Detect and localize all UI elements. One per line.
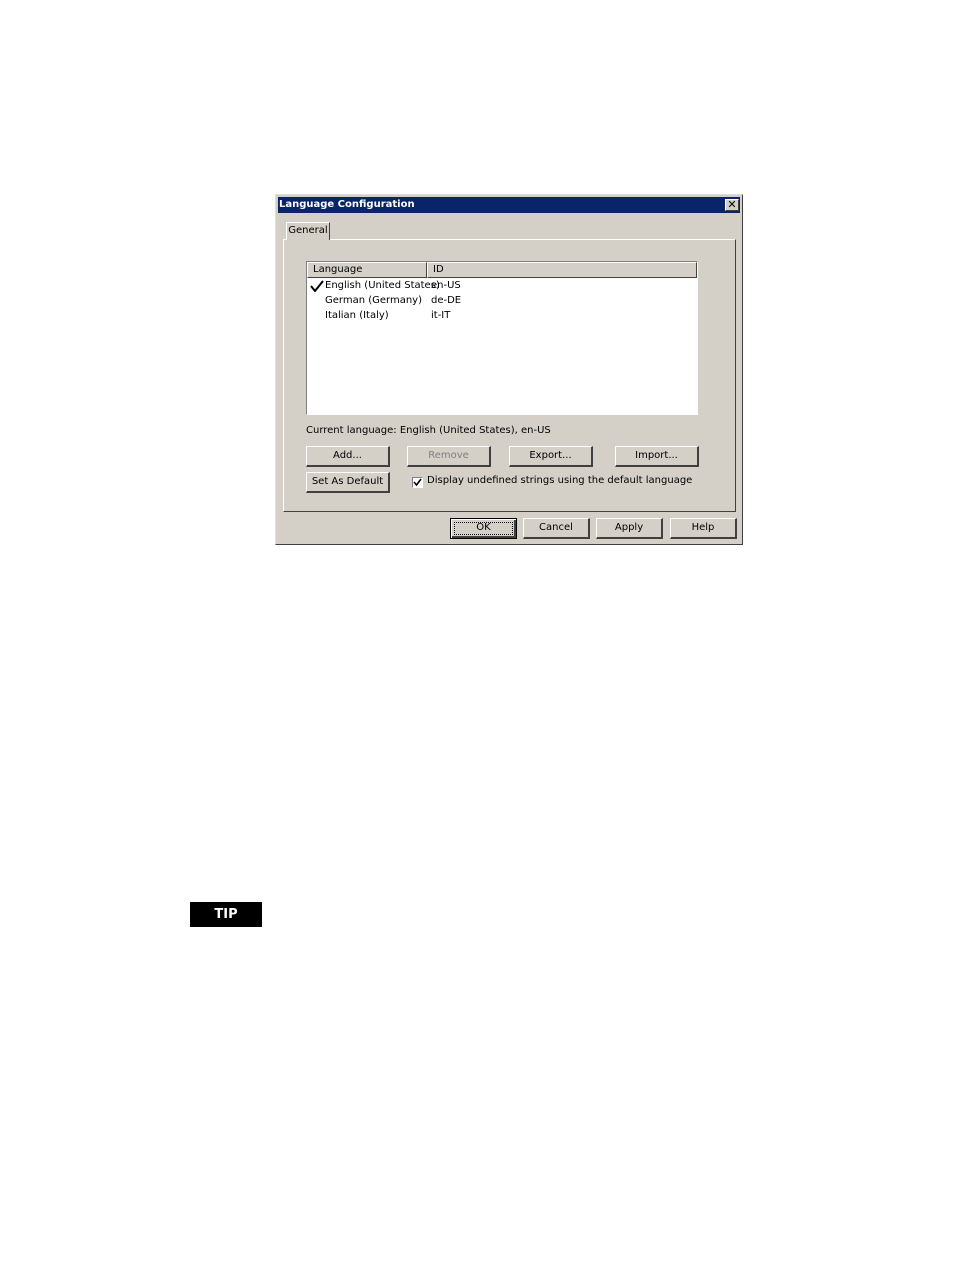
cancel-button[interactable]: Cancel — [523, 518, 590, 539]
language-configuration-dialog: Language Configuration ✕ General Languag… — [275, 194, 743, 545]
list-item[interactable]: English (United States) en-US — [307, 278, 697, 293]
language-name: Italian (Italy) — [325, 310, 389, 321]
set-as-default-button[interactable]: Set As Default — [306, 472, 390, 493]
language-name: German (Germany) — [325, 295, 422, 306]
tip-label: TIP — [190, 902, 262, 927]
help-button[interactable]: Help — [670, 518, 737, 539]
checkbox-check-icon — [413, 478, 422, 487]
list-item[interactable]: German (Germany) de-DE — [307, 293, 697, 308]
import-button[interactable]: Import... — [615, 446, 699, 467]
language-name: English (United States) — [325, 280, 440, 291]
language-id: it-IT — [431, 310, 451, 321]
add-button[interactable]: Add... — [306, 446, 390, 467]
tab-general-label: General — [288, 225, 328, 236]
column-header-id[interactable]: ID — [427, 262, 697, 278]
display-undefined-label: Display undefined strings using the defa… — [427, 475, 693, 486]
language-id: en-US — [431, 280, 461, 291]
apply-button[interactable]: Apply — [596, 518, 663, 539]
current-language-label: Current language: English (United States… — [306, 425, 551, 436]
focus-ring — [454, 522, 513, 535]
window-title: Language Configuration — [279, 199, 415, 210]
language-list[interactable]: Language ID English (United States) en-U… — [306, 261, 698, 415]
list-item[interactable]: Italian (Italy) it-IT — [307, 308, 697, 323]
close-button[interactable]: ✕ — [725, 199, 739, 211]
tab-general[interactable]: General — [286, 222, 330, 240]
ok-button[interactable]: OK — [450, 518, 517, 539]
language-id: de-DE — [431, 295, 462, 306]
checkmark-icon — [310, 280, 324, 292]
remove-button[interactable]: Remove — [407, 446, 491, 467]
title-bar: Language Configuration ✕ — [278, 197, 740, 213]
column-header-language[interactable]: Language — [307, 262, 427, 278]
close-icon: ✕ — [727, 198, 737, 211]
display-undefined-checkbox[interactable] — [412, 477, 423, 488]
export-button[interactable]: Export... — [509, 446, 593, 467]
